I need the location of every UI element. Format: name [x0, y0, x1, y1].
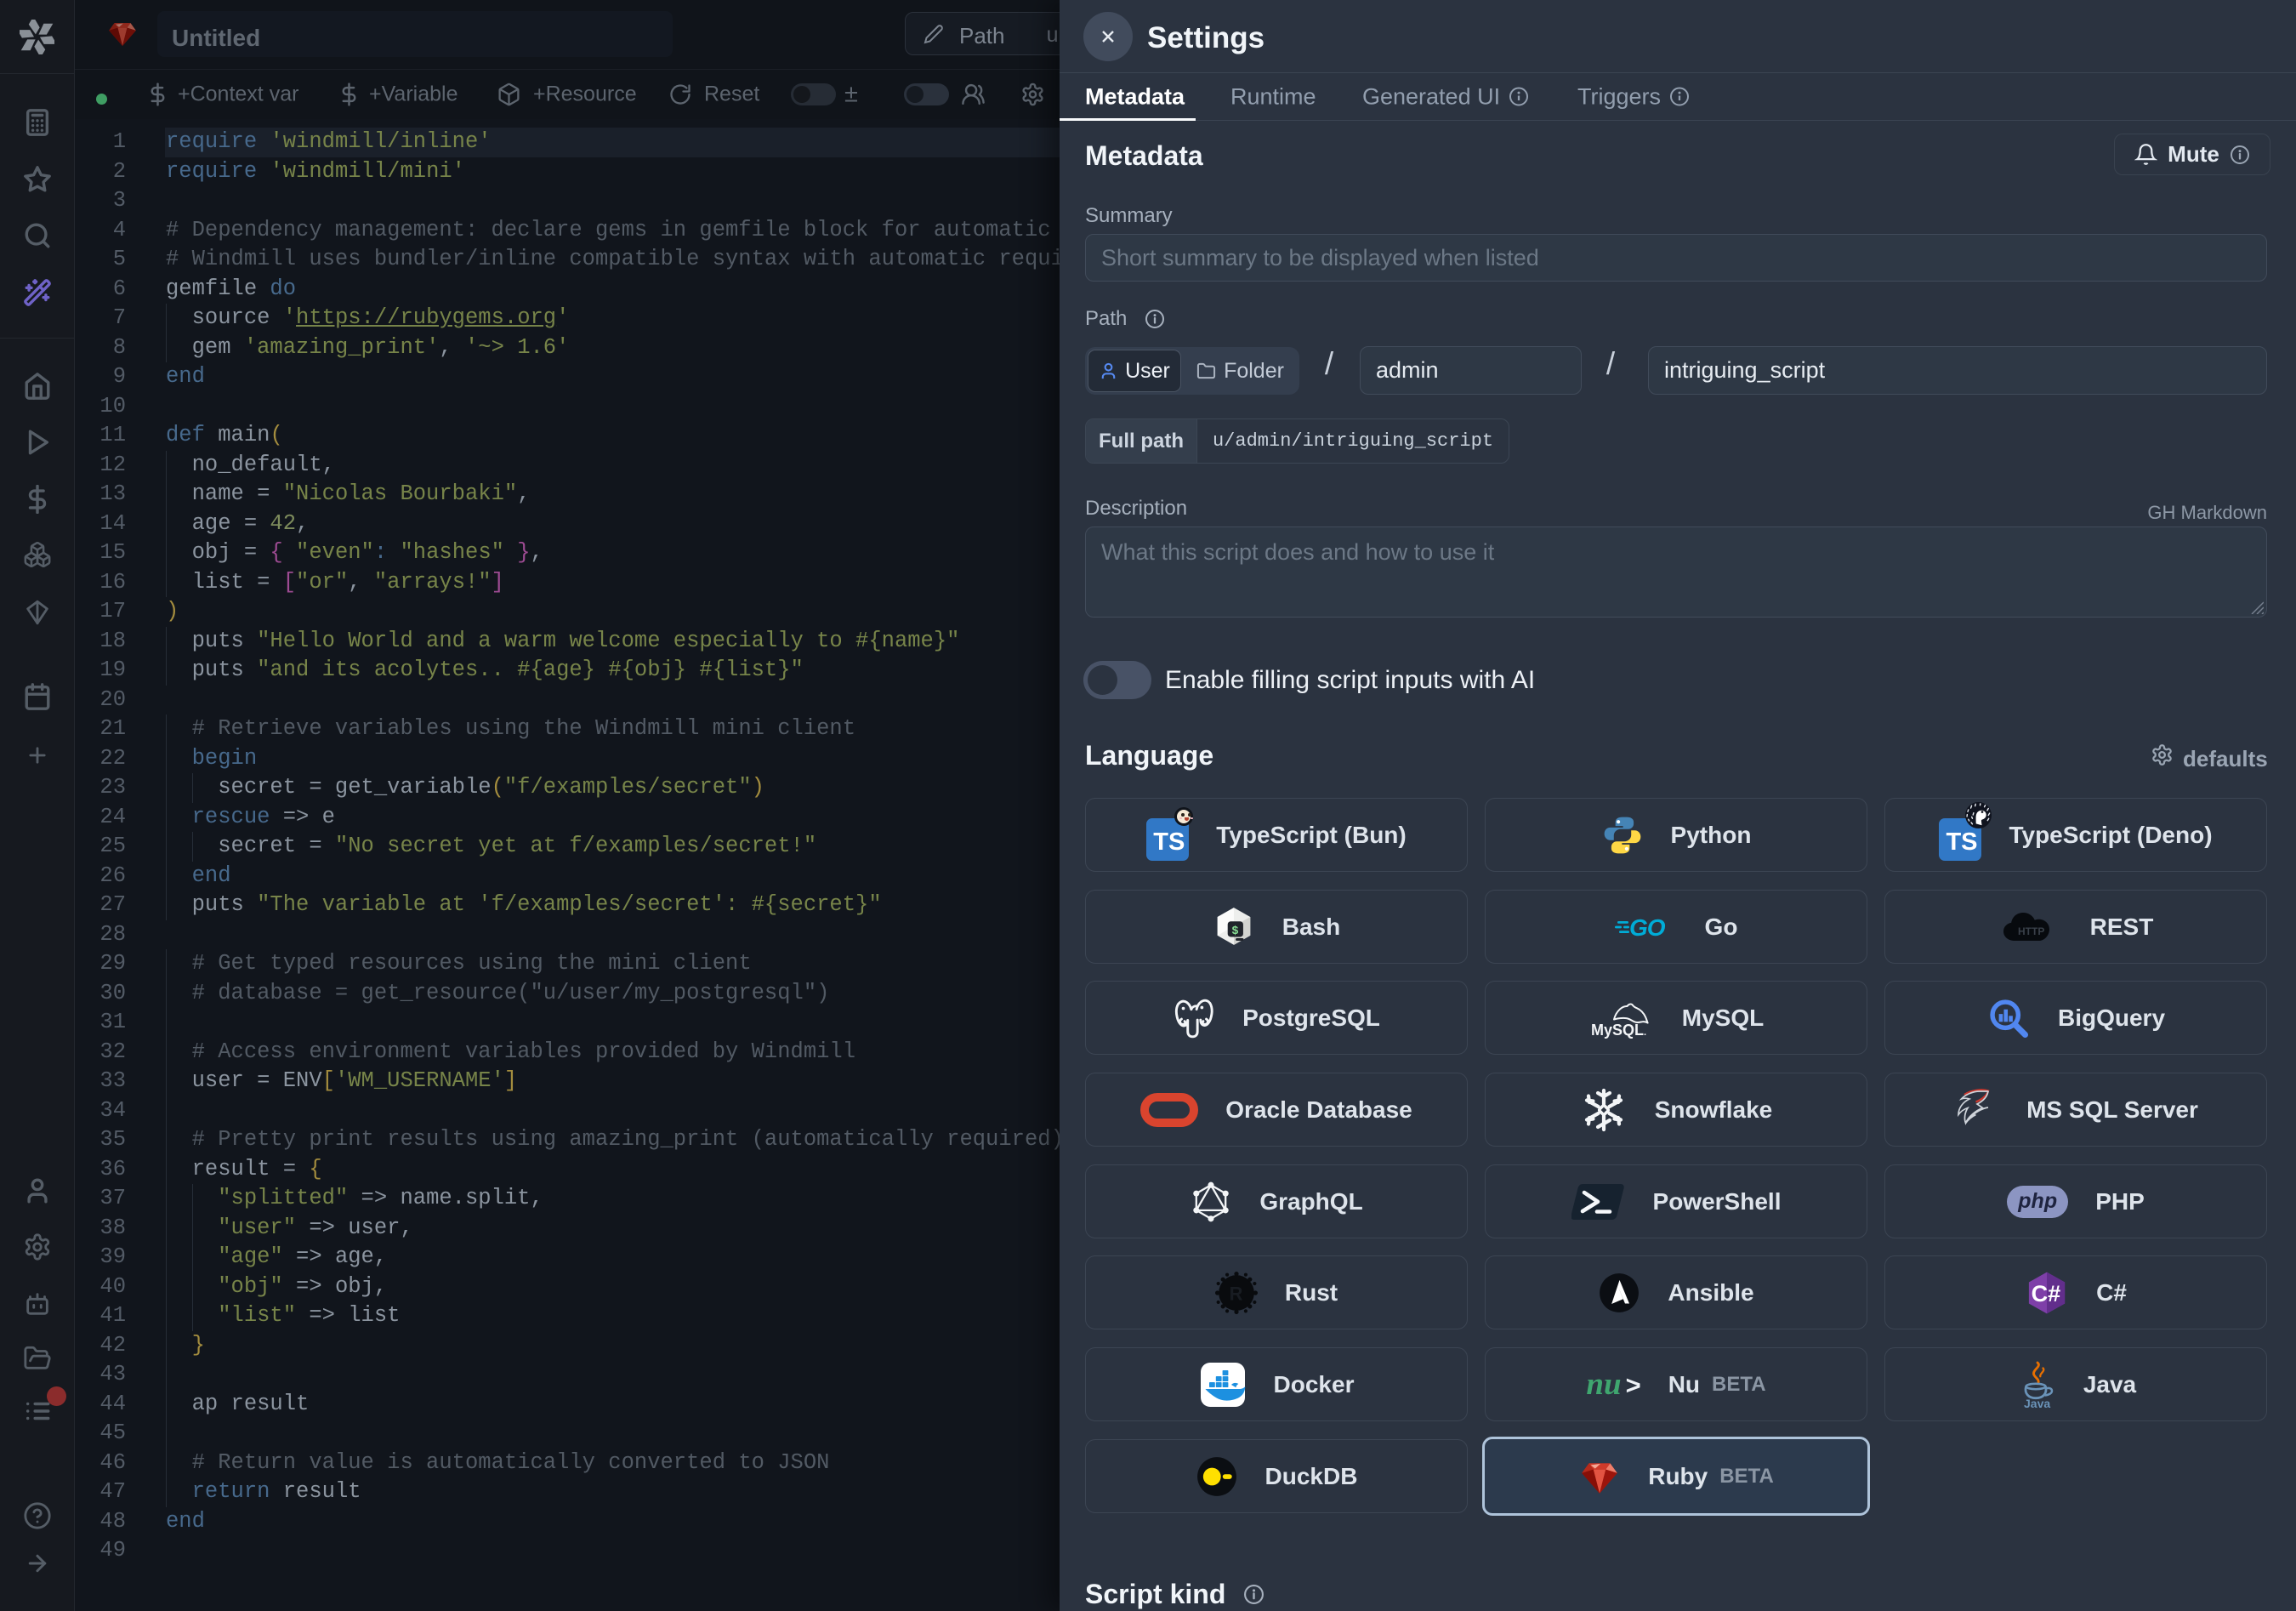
svg-text:MySQL.: MySQL.: [1591, 1022, 1646, 1039]
svg-text:C#: C#: [2032, 1279, 2061, 1306]
svg-text:R: R: [1230, 1283, 1243, 1304]
svg-text:HTTP: HTTP: [2018, 925, 2044, 937]
svg-text:$: $: [1231, 925, 1238, 937]
svg-text:GO: GO: [1629, 914, 1666, 941]
svg-text:Java: Java: [2024, 1397, 2050, 1409]
